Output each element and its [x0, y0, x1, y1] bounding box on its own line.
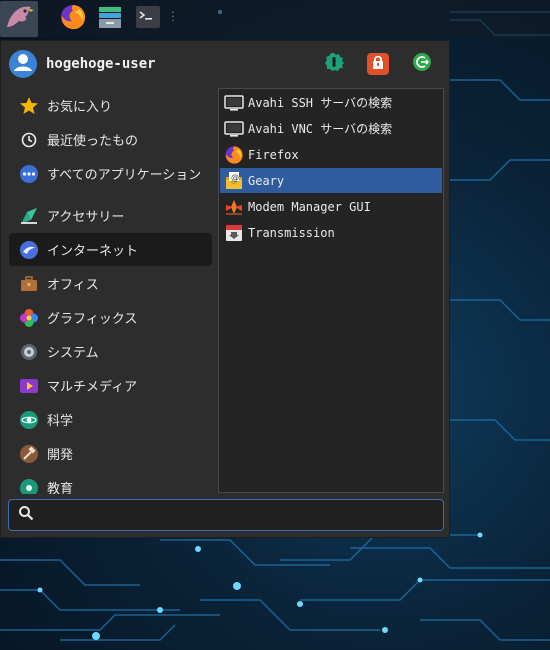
- app-item-firefox[interactable]: Firefox: [220, 142, 442, 167]
- app-item-geary[interactable]: @ Geary: [220, 168, 442, 193]
- category-accessories[interactable]: アクセサリー: [9, 199, 212, 232]
- app-label: Transmission: [248, 225, 335, 240]
- svg-text:@: @: [231, 173, 239, 182]
- app-label: Firefox: [248, 147, 299, 162]
- internet-icon: [19, 240, 39, 260]
- app-label: Modem Manager GUI: [248, 199, 371, 214]
- category-science[interactable]: 科学: [9, 403, 212, 436]
- app-item-modem-manager[interactable]: Modem Manager GUI: [220, 194, 442, 219]
- category-label: グラフィックス: [47, 312, 138, 327]
- development-icon: [19, 444, 39, 464]
- category-label: インターネット: [47, 244, 139, 259]
- category-label: 教育: [47, 482, 74, 494]
- category-internet[interactable]: インターネット: [9, 233, 212, 266]
- top-panel: · · ·: [0, 0, 550, 38]
- category-education[interactable]: 教育: [9, 471, 212, 494]
- category-system[interactable]: システム: [9, 335, 212, 368]
- whisker-menu-button[interactable]: [0, 1, 38, 37]
- settings-button[interactable]: [323, 53, 345, 75]
- file-manager-icon: [96, 3, 124, 35]
- accessories-icon: [19, 206, 39, 226]
- whisker-menu: hogehoge-user お気に入り 最近使ったもの すべてのアプリケーション…: [0, 40, 450, 538]
- app-label: Avahi SSH サーバの検索: [248, 96, 393, 110]
- category-development[interactable]: 開発: [9, 437, 212, 470]
- logout-button[interactable]: [411, 53, 433, 75]
- app-item-avahi-vnc[interactable]: Avahi VNC サーバの検索: [220, 116, 442, 141]
- settings-icon: [323, 51, 345, 77]
- user-row: hogehoge-user: [9, 49, 439, 79]
- category-label: アクセサリー: [47, 210, 125, 225]
- category-label: 最近使ったもの: [47, 134, 139, 149]
- app-item-transmission[interactable]: Transmission: [220, 220, 442, 245]
- all-apps-icon: [19, 164, 39, 184]
- terminal-icon: [134, 3, 162, 35]
- file-manager-launcher[interactable]: [92, 1, 128, 37]
- category-all-apps[interactable]: すべてのアプリケーション: [9, 157, 212, 190]
- network-monitor-icon: [224, 119, 244, 139]
- logout-icon: [411, 51, 433, 77]
- firefox-launcher[interactable]: [55, 1, 91, 37]
- science-icon: [19, 410, 39, 430]
- firefox-icon: [224, 145, 244, 165]
- category-label: 開発: [47, 448, 74, 463]
- terminal-launcher[interactable]: [130, 1, 166, 37]
- search-input[interactable]: [42, 501, 443, 529]
- panel-separator: · · ·: [171, 8, 175, 27]
- search-box[interactable]: [8, 499, 444, 531]
- graphics-icon: [19, 308, 39, 328]
- user-icon: [9, 48, 37, 80]
- category-multimedia[interactable]: マルチメディア: [9, 369, 212, 402]
- modem-icon: [224, 197, 244, 217]
- category-recent[interactable]: 最近使ったもの: [9, 123, 212, 156]
- whisker-menu-icon: [3, 1, 35, 37]
- username-label: hogehoge-user: [46, 56, 156, 72]
- clock-icon: [19, 130, 39, 150]
- avatar: [9, 50, 37, 78]
- lock-screen-button[interactable]: [367, 53, 389, 75]
- category-graphics[interactable]: グラフィックス: [9, 301, 212, 334]
- transmission-icon: [224, 223, 244, 243]
- star-icon: [19, 96, 39, 116]
- category-label: マルチメディア: [47, 380, 138, 395]
- app-label: Geary: [248, 173, 285, 188]
- app-item-avahi-ssh[interactable]: Avahi SSH サーバの検索: [220, 90, 442, 115]
- network-monitor-icon: [224, 93, 244, 113]
- category-label: お気に入り: [47, 100, 113, 115]
- mail-icon: @: [224, 171, 244, 191]
- office-icon: [19, 274, 39, 294]
- multimedia-icon: [19, 376, 39, 396]
- category-office[interactable]: オフィス: [9, 267, 212, 300]
- category-list: お気に入り 最近使ったもの すべてのアプリケーション アクセサリー インターネッ…: [9, 89, 213, 494]
- category-label: オフィス: [47, 278, 99, 293]
- category-favorites[interactable]: お気に入り: [9, 89, 212, 122]
- category-label: すべてのアプリケーション: [47, 168, 202, 183]
- category-label: 科学: [47, 414, 74, 429]
- app-label: Avahi VNC サーバの検索: [248, 122, 393, 136]
- education-icon: [19, 478, 39, 494]
- lock-icon: [370, 54, 386, 74]
- system-icon: [19, 342, 39, 362]
- category-label: システム: [47, 346, 99, 361]
- firefox-icon: [59, 3, 87, 35]
- application-list: Avahi SSH サーバの検索 Avahi VNC サーバの検索 Firefo…: [218, 88, 444, 493]
- search-icon: [18, 505, 34, 525]
